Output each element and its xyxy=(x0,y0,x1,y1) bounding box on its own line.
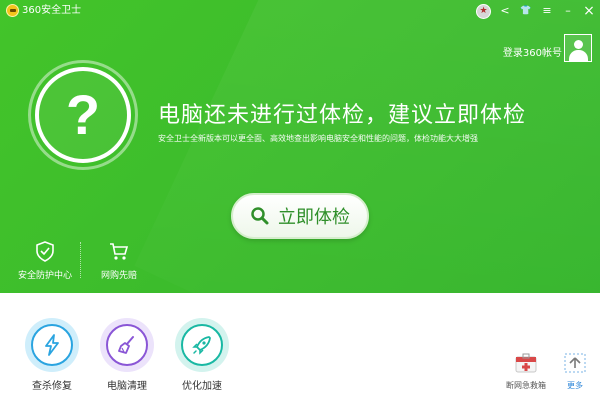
lightning-icon xyxy=(45,334,59,356)
close-button[interactable]: × xyxy=(582,3,596,19)
shopping-cart-icon xyxy=(110,243,129,260)
avatar-head xyxy=(574,40,583,49)
first-aid-kit-icon xyxy=(515,353,537,373)
status-subline: 安全卫士全新版本可以更全面、高效地查出影响电脑安全和性能的问题，体检功能大大增强 xyxy=(158,134,478,143)
skin-icon[interactable]: 👕 xyxy=(519,3,533,19)
network-first-aid-label: 断网急救箱 xyxy=(506,381,546,390)
pc-cleanup-button[interactable]: 电脑清理 xyxy=(95,318,159,392)
security-center-button[interactable]: 安全防护中心 xyxy=(10,240,80,281)
avatar-body xyxy=(569,50,588,61)
more-label: 更多 xyxy=(567,381,583,390)
more-arrow-icon xyxy=(564,353,586,373)
app-title: 360安全卫士 xyxy=(22,5,82,16)
pc-cleanup-label: 电脑清理 xyxy=(107,381,147,392)
shopping-guarantee-button[interactable]: 网购先赔 xyxy=(84,240,154,281)
broom-icon xyxy=(118,336,134,354)
login-link[interactable]: 登录360帐号 xyxy=(503,44,562,59)
status-ring: ? xyxy=(35,67,131,163)
minimize-button[interactable]: – xyxy=(561,3,575,19)
virus-scan-ring xyxy=(25,318,79,372)
app-logo-icon xyxy=(6,4,19,17)
medal-icon[interactable]: ★ xyxy=(476,3,491,19)
pc-cleanup-ring xyxy=(100,318,154,372)
check-now-label: 立即体检 xyxy=(278,207,350,228)
title-bar: 360安全卫士 ★ < 👕 ≡ – × xyxy=(0,0,600,22)
virus-scan-button[interactable]: 查杀修复 xyxy=(20,318,84,392)
shopping-guarantee-label: 网购先赔 xyxy=(100,271,137,281)
shield-icon xyxy=(36,241,54,262)
rocket-icon xyxy=(192,336,211,355)
speed-up-circle xyxy=(181,324,223,366)
more-button[interactable]: 更多 xyxy=(553,353,597,391)
virus-scan-circle xyxy=(31,324,73,366)
speed-up-ring xyxy=(175,318,229,372)
window-controls: ★ < 👕 ≡ – × xyxy=(476,2,596,20)
security-center-label: 安全防护中心 xyxy=(17,271,72,281)
share-icon[interactable]: < xyxy=(498,3,512,19)
question-mark-icon: ? xyxy=(65,83,101,146)
status-headline: 电脑还未进行过体检，建议立即体检 xyxy=(158,103,527,128)
pc-cleanup-circle xyxy=(106,324,148,366)
check-now-button[interactable]: 立即体检 xyxy=(231,193,369,239)
virus-scan-label: 查杀修复 xyxy=(32,381,72,392)
search-icon xyxy=(251,207,269,225)
network-first-aid-button[interactable]: 断网急救箱 xyxy=(504,353,548,391)
avatar[interactable] xyxy=(564,34,592,62)
tools-divider xyxy=(80,242,81,278)
left-tools: 安全防护中心 网购先赔 xyxy=(0,240,600,290)
menu-icon[interactable]: ≡ xyxy=(540,3,554,19)
speed-up-button[interactable]: 优化加速 xyxy=(170,318,234,392)
speed-up-label: 优化加速 xyxy=(182,381,222,392)
